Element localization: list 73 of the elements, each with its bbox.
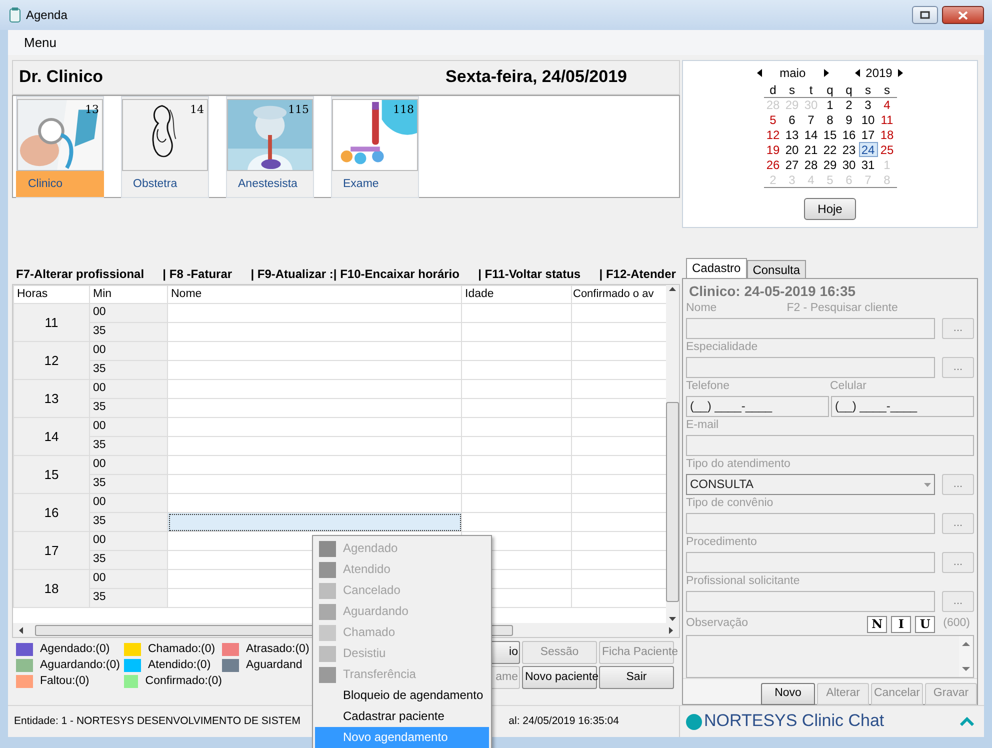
year-label: 2019 — [866, 66, 892, 80]
hour-cell: 14 — [14, 418, 90, 456]
legend-label: Atrasado:(0) — [246, 642, 310, 656]
legend-label: Confirmado:(0) — [145, 674, 222, 688]
date-label: Sexta-feira, 24/05/2019 — [446, 67, 627, 88]
field-label: Telefone — [686, 380, 730, 394]
minute-cell: 00 — [90, 418, 168, 436]
minute-cell: 35 — [90, 474, 168, 494]
weekday-label: t — [802, 82, 820, 98]
field-label: Especialidade — [686, 341, 758, 355]
select-value: CONSULTA — [690, 477, 754, 492]
count-label: 118 — [393, 104, 414, 115]
minute-cell: 00 — [90, 532, 168, 550]
minute-cell: 00 — [90, 570, 168, 588]
field-label: Profissional solicitante — [686, 575, 800, 589]
shortcut-label: F7-Alterar profissional — [16, 266, 144, 282]
legend-label: Aguardand — [246, 658, 302, 672]
minute-cell: 00 — [90, 342, 168, 360]
hour-cell: 15 — [14, 456, 90, 494]
hour-cell: 18 — [14, 570, 90, 608]
field-label: Procedimento — [686, 536, 757, 550]
minute-cell: 35 — [90, 550, 168, 570]
window-title: Agenda — [26, 8, 68, 22]
specialty-label: Obstetra — [132, 177, 178, 192]
minute-cell: 00 — [90, 494, 168, 512]
hour-cell: 13 — [14, 380, 90, 418]
form-title: Clinico: 24-05-2019 16:35 — [689, 283, 857, 300]
count-label: 14 — [190, 104, 204, 115]
count-label: 13 — [85, 104, 99, 115]
legend-label: Atendido:(0) — [148, 658, 211, 672]
shortcut-label: | F11-Voltar status — [478, 266, 581, 282]
shortcut-label: | F12-Atender — [599, 266, 676, 282]
month-label: maio — [778, 66, 807, 80]
hour-cell: 17 — [14, 532, 90, 570]
weekday-label: q — [840, 82, 858, 98]
weekday-label: d — [764, 82, 782, 98]
field-label: Celular — [830, 380, 868, 394]
hour-cell: 16 — [14, 494, 90, 532]
entity-label: Entidade: 1 - NORTESYS DESENVOLVIMENTO DE SISTEM — [14, 715, 301, 728]
legend-label: Chamado:(0) — [148, 642, 216, 656]
field-label: Tipo de convênio — [686, 497, 774, 511]
time-label: al: 24/05/2019 16:35:04 — [508, 715, 619, 728]
specialty-label: Clinico — [16, 171, 104, 197]
shortcut-label: | F9-Atualizar :| F10-Encaixar horário — [250, 266, 460, 282]
specialty-label: Anestesista — [237, 177, 298, 192]
hour-cell: 11 — [14, 304, 90, 342]
weekday-label: s — [782, 82, 802, 98]
legend-label: Faltou:(0) — [40, 674, 90, 688]
shortcut-label: | F8 -Faturar — [162, 266, 232, 282]
field-label: Tipo do atendimento — [686, 458, 790, 472]
weekday-label: s — [878, 82, 896, 98]
character-counter: (600) — [943, 617, 970, 631]
minute-cell: 35 — [90, 360, 168, 380]
legend-label: Agendado:(0) — [40, 642, 110, 656]
minute-cell: 00 — [90, 304, 168, 322]
minute-cell: 35 — [90, 398, 168, 418]
hint-label: F2 - Pesquisar cliente — [786, 302, 898, 316]
count-label: 115 — [288, 104, 309, 115]
minute-cell: 00 — [90, 456, 168, 474]
weekday-label: s — [858, 82, 878, 98]
minute-cell: 35 — [90, 588, 168, 608]
field-label: Nome — [686, 302, 717, 316]
minute-cell: 35 — [90, 322, 168, 342]
hour-cell: 12 — [14, 342, 90, 380]
minute-cell: 35 — [90, 512, 168, 532]
minute-cell: 35 — [90, 436, 168, 456]
weekday-label: q — [820, 82, 840, 98]
field-label: Observação — [686, 617, 750, 631]
professional-name: Dr. Clinico — [19, 67, 104, 88]
specialty-label: Exame — [342, 177, 380, 192]
legend-label: Aguardando:(0) — [40, 658, 120, 672]
minute-cell: 00 — [90, 380, 168, 398]
field-label: E-mail — [686, 419, 719, 433]
